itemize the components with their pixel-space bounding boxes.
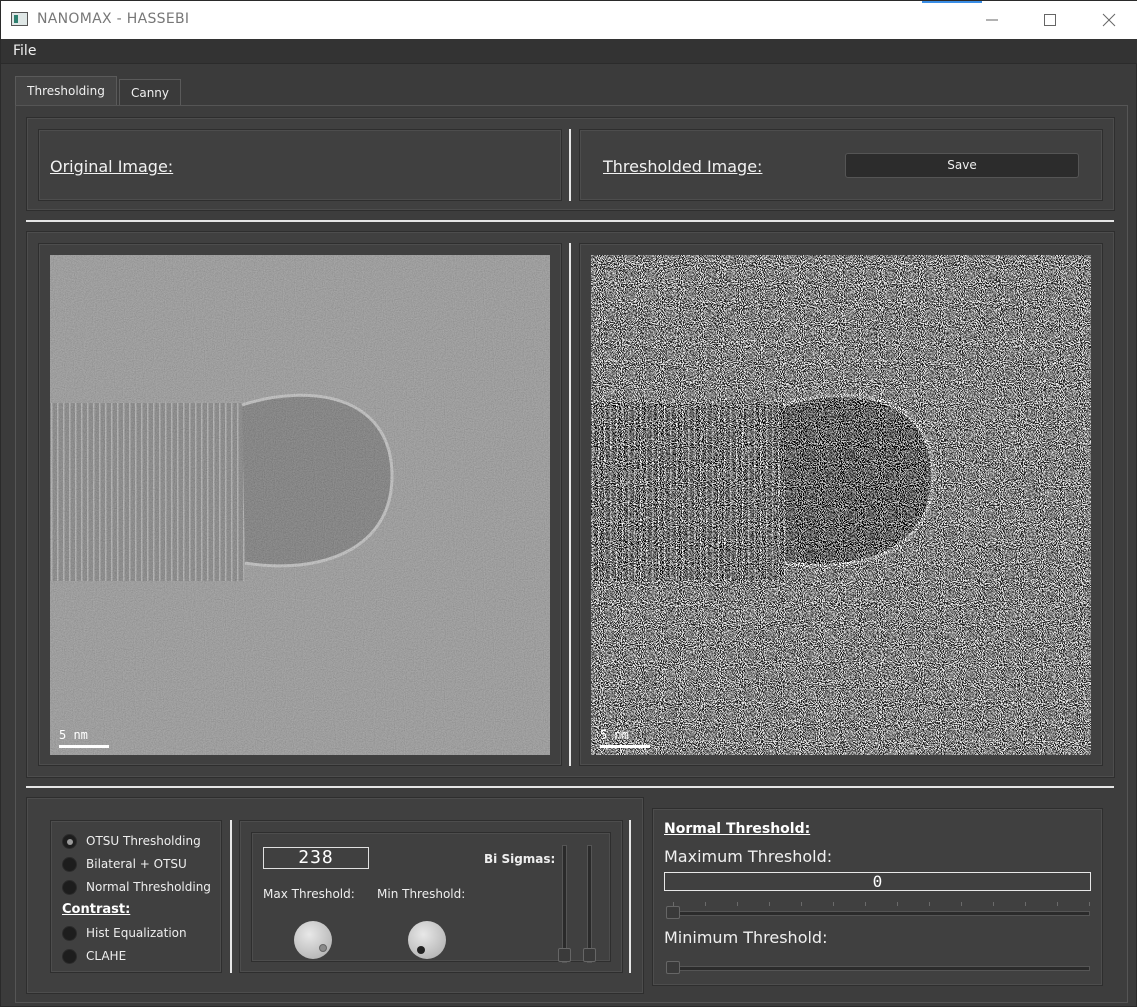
section-divider-top <box>26 220 1114 222</box>
max-threshold-dial-label: Max Threshold: <box>263 887 355 901</box>
maximum-threshold-slider[interactable] <box>666 911 1090 916</box>
bi-sigma-handle-2[interactable] <box>583 948 596 962</box>
thresholded-scale-text: 5 nm <box>600 728 629 742</box>
minimum-threshold-handle[interactable] <box>666 961 680 974</box>
tab-canny[interactable]: Canny <box>119 79 181 105</box>
minimum-threshold-slider[interactable] <box>666 966 1090 971</box>
minimize-button[interactable] <box>963 1 1021 39</box>
slider-tick <box>833 902 834 906</box>
minimum-threshold-label: Minimum Threshold: <box>664 928 828 947</box>
save-button[interactable]: Save <box>845 153 1079 178</box>
thresholded-scale-bar: 5 nm <box>600 728 650 748</box>
tab-thresholding[interactable]: Thresholding <box>15 76 117 106</box>
original-image-label: Original Image: <box>50 157 174 176</box>
bi-sigma-handle-1[interactable] <box>558 948 571 962</box>
radio-indicator[interactable] <box>62 949 77 964</box>
radio-label: CLAHE <box>86 949 127 963</box>
minimize-icon <box>986 19 998 21</box>
original-scale-text: 5 nm <box>59 728 88 742</box>
radio-label: Hist Equalization <box>86 926 187 940</box>
radio-label: Bilateral + OTSU <box>86 857 187 871</box>
controls-divider-2 <box>629 820 631 973</box>
dial-notch-icon <box>319 944 327 952</box>
bi-sigma-slider-1[interactable] <box>562 845 567 963</box>
min-threshold-dial-label: Min Threshold: <box>377 887 466 901</box>
maximum-threshold-label: Maximum Threshold: <box>664 847 833 866</box>
maximum-threshold-handle[interactable] <box>666 906 680 919</box>
threshold-lcd-display: 238 <box>263 847 369 869</box>
contrast-label: Contrast: <box>62 902 131 917</box>
slider-tick <box>897 902 898 906</box>
max-threshold-dial[interactable] <box>294 921 332 959</box>
image-divider <box>569 243 571 766</box>
maximum-threshold-display: 0 <box>664 872 1091 891</box>
bi-sigma-slider-2[interactable] <box>587 845 592 963</box>
slider-tick <box>705 902 706 906</box>
app-icon <box>11 12 28 26</box>
thresholded-scale-line <box>600 745 650 748</box>
thresholded-image-label: Thresholded Image: <box>603 157 763 176</box>
controls-divider-1 <box>230 820 232 973</box>
radio-label: OTSU Thresholding <box>86 834 201 848</box>
radio-label: Normal Thresholding <box>86 880 211 894</box>
slider-tick <box>1057 902 1058 906</box>
original-image <box>50 255 550 755</box>
thresholded-image <box>591 255 1091 755</box>
close-button[interactable] <box>1080 1 1137 39</box>
slider-tick <box>737 902 738 906</box>
radio-indicator[interactable] <box>62 880 77 895</box>
bi-sigmas-label: Bi Sigmas: <box>484 852 556 866</box>
menu-file[interactable]: File <box>13 43 36 59</box>
title-bar: NANOMAX - HASSEBI <box>1 1 1137 39</box>
slider-tick <box>1025 902 1026 906</box>
slider-tick <box>961 902 962 906</box>
min-threshold-dial[interactable] <box>408 921 446 959</box>
section-divider-bottom <box>26 786 1114 788</box>
slider-tick <box>865 902 866 906</box>
radio-indicator[interactable] <box>62 926 77 941</box>
dial-notch-icon <box>417 946 425 954</box>
slider-tick <box>1089 902 1090 906</box>
app-window: NANOMAX - HASSEBI File Thresholding Cann… <box>0 0 1137 1007</box>
window-title: NANOMAX - HASSEBI <box>37 11 190 27</box>
slider-tick <box>801 902 802 906</box>
slider-tick <box>769 902 770 906</box>
radio-indicator[interactable] <box>62 834 77 849</box>
slider-tick <box>929 902 930 906</box>
original-scale-line <box>59 745 109 748</box>
normal-threshold-heading: Normal Threshold: <box>664 821 811 837</box>
maximize-icon <box>1044 14 1056 26</box>
radio-indicator[interactable] <box>62 857 77 872</box>
maximize-button[interactable] <box>1021 1 1079 39</box>
menu-bar: File <box>1 39 1137 64</box>
original-scale-bar: 5 nm <box>59 728 109 748</box>
slider-tick <box>993 902 994 906</box>
header-divider <box>569 129 571 201</box>
close-icon <box>1102 13 1116 27</box>
